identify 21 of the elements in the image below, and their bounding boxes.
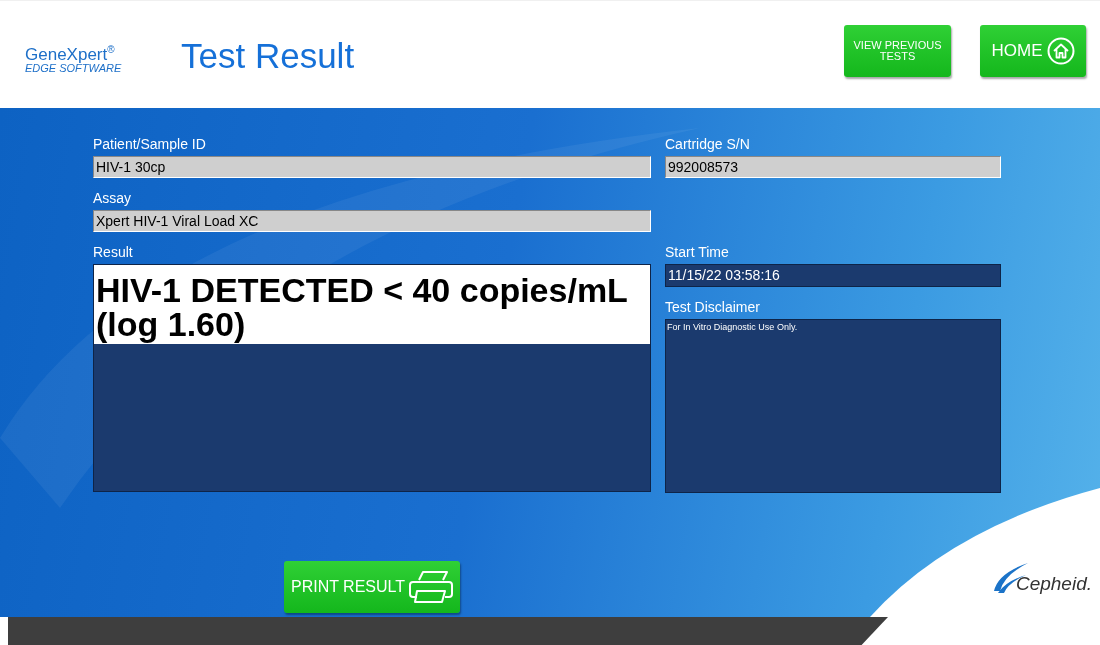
page-title: Test Result [181,35,355,76]
assay-field: Xpert HIV-1 Viral Load XC [93,210,651,232]
view-previous-tests-button[interactable]: VIEW PREVIOUS TESTS [844,24,951,77]
home-icon [1046,36,1075,65]
sample-id-field: HIV-1 30cp [93,156,651,178]
brand-tagline: EDGE SOFTWARE [25,62,123,75]
field-label: Patient/Sample ID [93,136,207,152]
field-label: Test Disclaimer [665,299,761,315]
print-result-button[interactable]: PRINT RESULT [284,561,460,613]
cartridge-field: 992008573 [665,156,1001,178]
disclaimer-field: For In Vitro Diagnostic Use Only. [665,319,1001,493]
field-label: Start Time [665,244,730,260]
field-label: Assay [93,190,133,206]
result-text: HIV-1 DETECTED < 40 copies/mL (log 1.60) [94,265,650,344]
brand-name: Cepheid. [1015,573,1092,595]
printer-icon [409,570,454,604]
home-button[interactable]: HOME [980,24,1086,77]
brand-logo: GeneXpert$^{®}$ [25,42,116,63]
start-time-field: 11/15/22 03:58:16 [665,264,1001,287]
field-label: Result [93,244,134,260]
field-label: Cartridge S/N [665,136,751,152]
